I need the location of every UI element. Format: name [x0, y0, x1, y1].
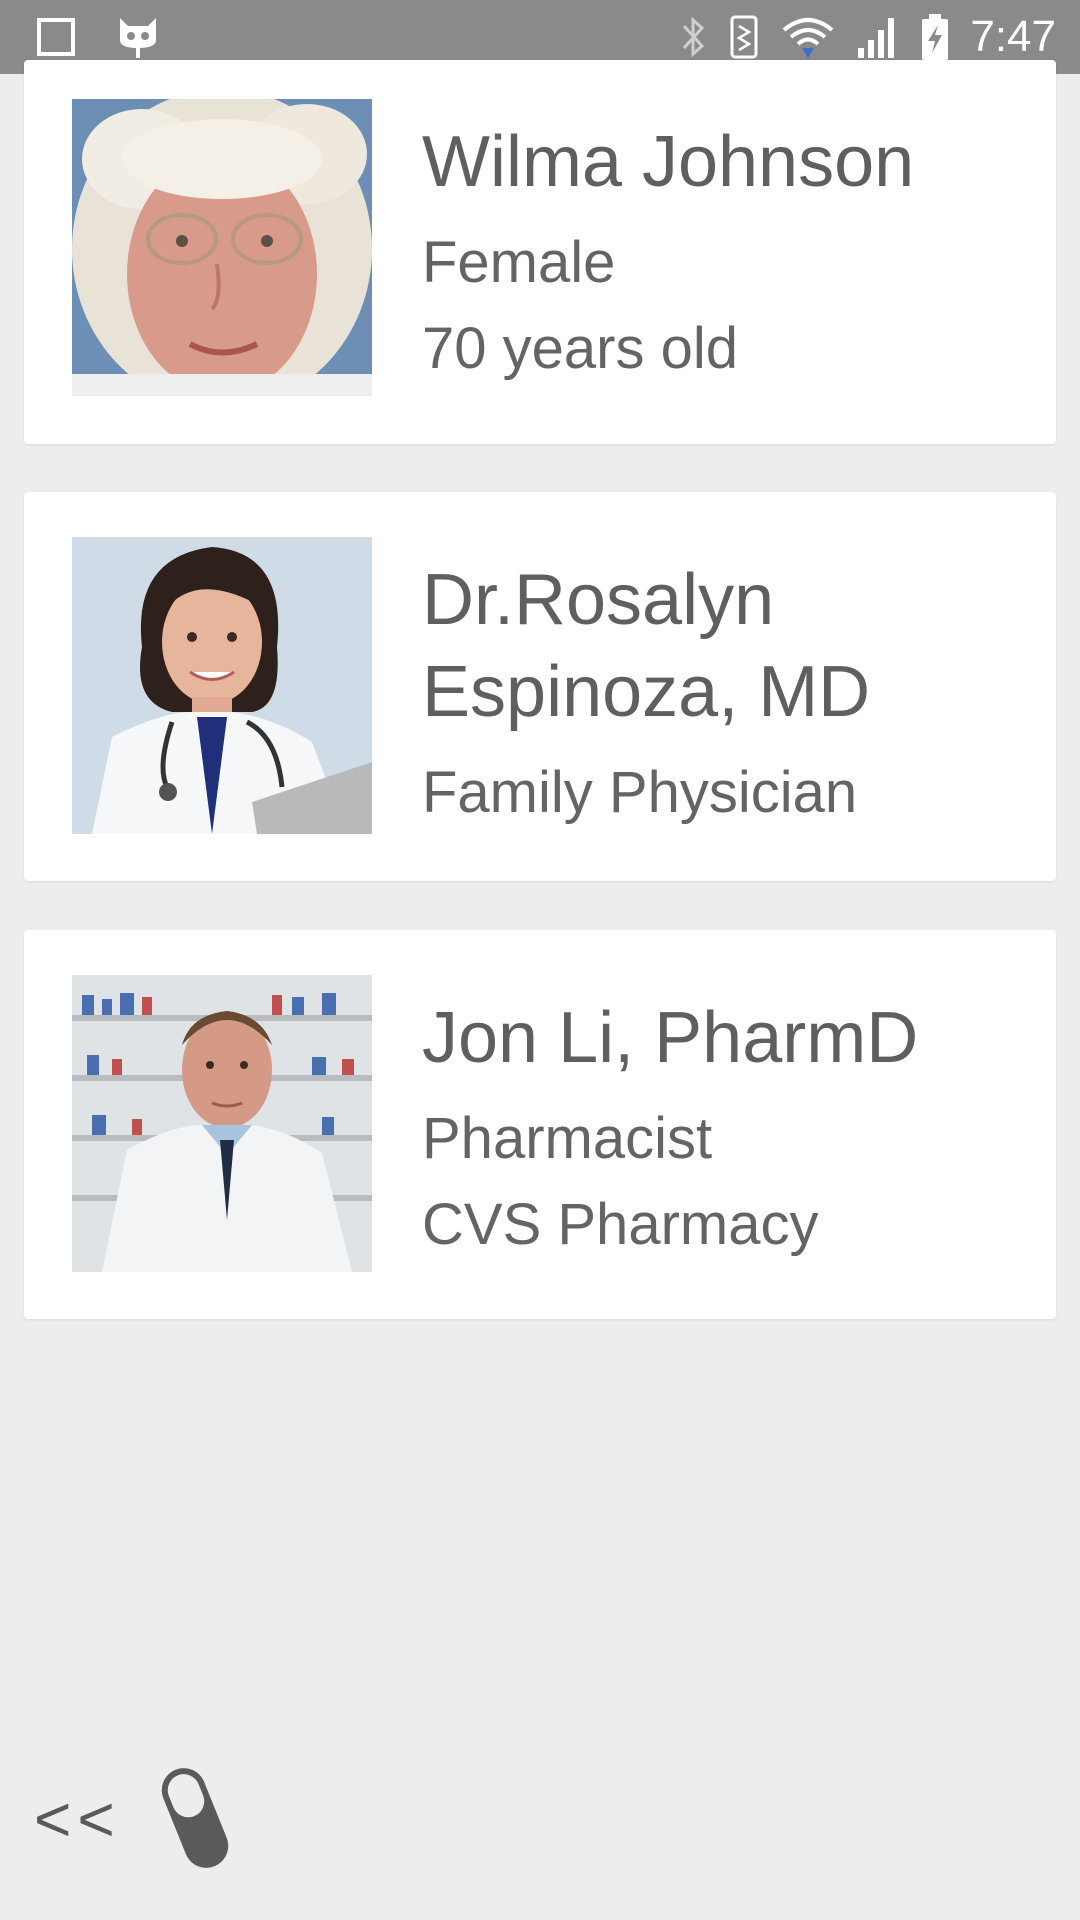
wifi-icon: [783, 18, 834, 58]
vibrate-icon: [730, 15, 758, 59]
pill-icon[interactable]: [156, 1762, 234, 1874]
bluetooth-icon: [683, 16, 705, 58]
patient-photo: [72, 99, 372, 396]
patient-name: Wilma Johnson: [422, 122, 915, 202]
pharmacist-name: Jon Li, PharmD: [422, 998, 919, 1078]
back-button[interactable]: <<: [34, 1782, 121, 1856]
doctor-photo: [72, 537, 372, 834]
pharmacist-photo-image: [72, 975, 372, 1272]
patient-gender: Female: [422, 230, 616, 295]
patient-age: 70 years old: [422, 316, 738, 381]
patient-photo-image: [72, 99, 372, 396]
doctor-info: Dr.Rosalyn Espinoza, MD Family Physician: [422, 554, 1032, 836]
signal-icon: [858, 18, 895, 58]
doctor-name-line-2: Espinoza, MD: [422, 652, 871, 732]
status-time: 7:47: [970, 12, 1056, 61]
doctor-specialty: Family Physician: [422, 760, 858, 825]
pharmacist-role: Pharmacist: [422, 1106, 713, 1171]
pharmacist-card[interactable]: Jon Li, PharmD Pharmacist CVS Pharmacy: [24, 930, 1056, 1319]
battery-charging-icon: [922, 14, 949, 60]
pharmacist-location: CVS Pharmacy: [422, 1192, 819, 1257]
cyanogen-icon: [120, 18, 156, 58]
doctor-photo-image: [72, 537, 372, 834]
patient-card[interactable]: Wilma Johnson Female 70 years old: [24, 60, 1056, 444]
pharmacist-info: Jon Li, PharmD Pharmacist CVS Pharmacy: [422, 992, 1032, 1268]
patient-info: Wilma Johnson Female 70 years old: [422, 116, 1032, 392]
square-notification-icon: [37, 18, 75, 56]
doctor-name-line-1: Dr.Rosalyn: [422, 560, 775, 640]
pharmacist-photo: [72, 975, 372, 1272]
doctor-card[interactable]: Dr.Rosalyn Espinoza, MD Family Physician: [24, 492, 1056, 881]
